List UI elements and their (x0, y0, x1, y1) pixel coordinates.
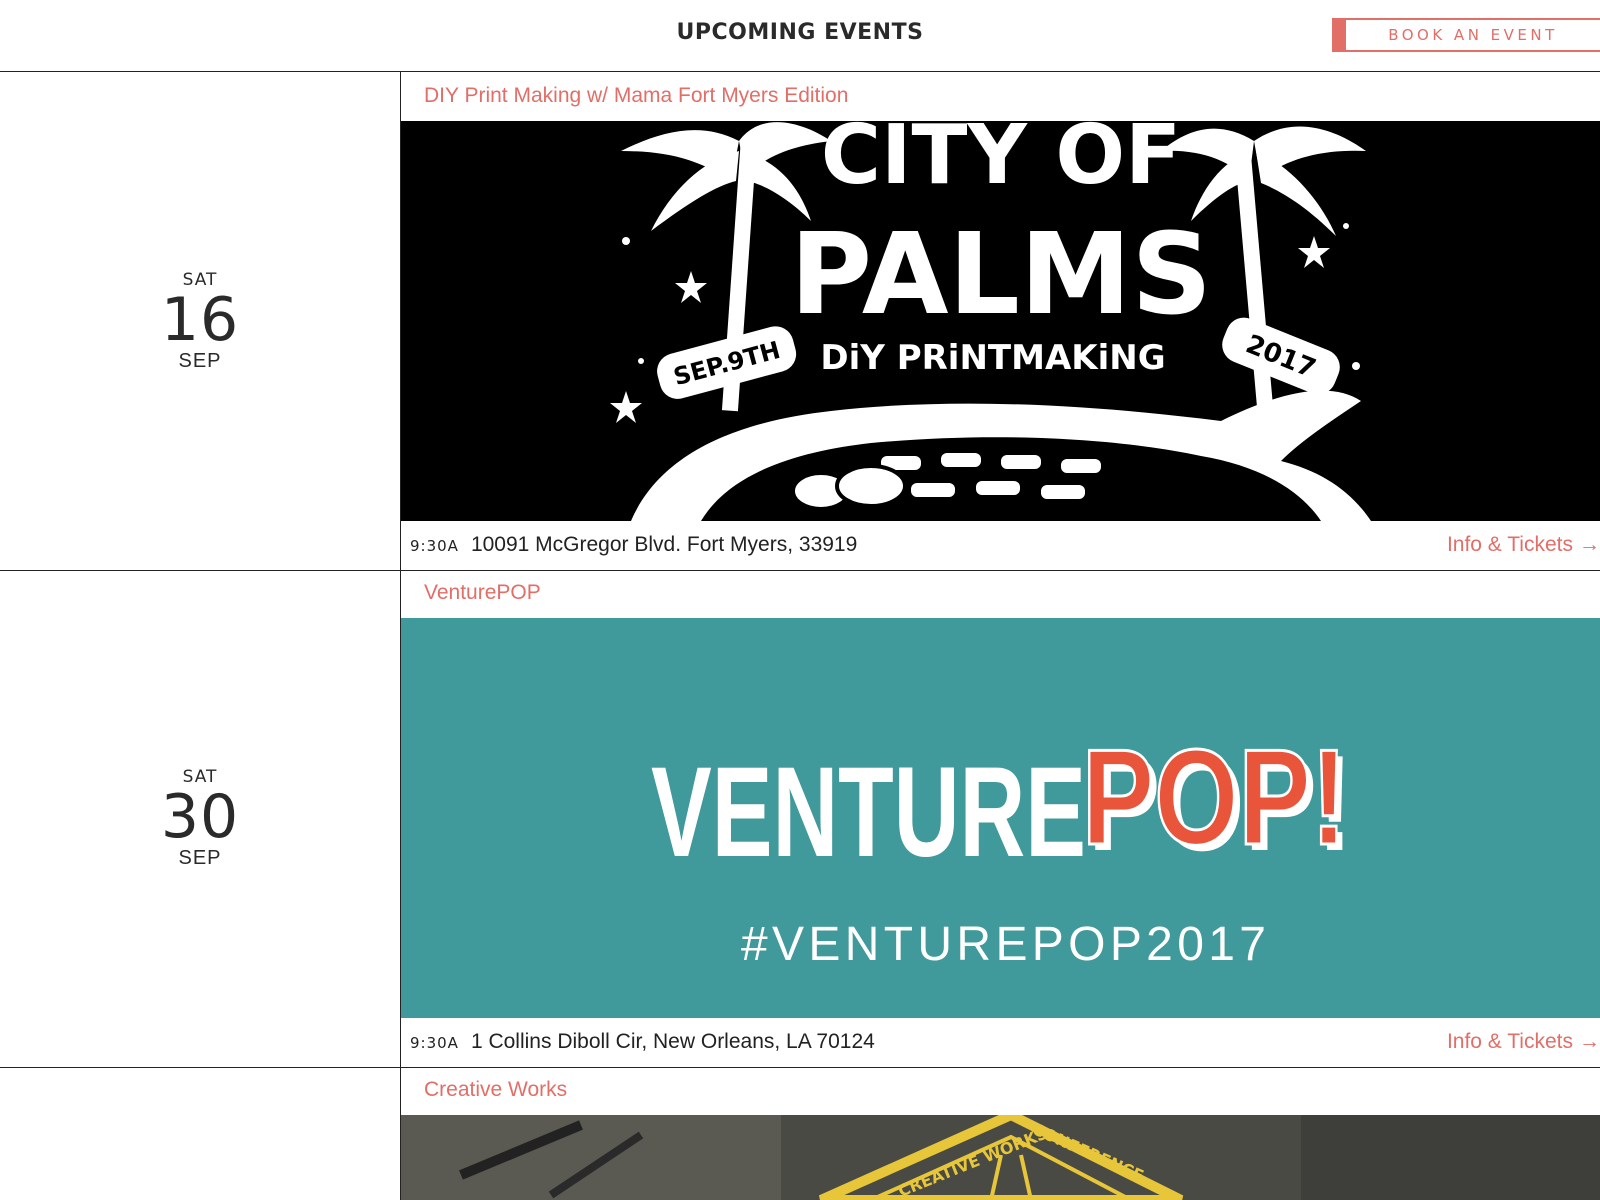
event-banner-image[interactable]: CREATIVE WORKS CONFERENCE (401, 1115, 1600, 1200)
event-month: SEP (178, 350, 222, 372)
right-arrow-icon: → (1579, 1030, 1600, 1053)
banner-line-2: PALMS (790, 210, 1212, 340)
info-tickets-label: Info & Tickets (1446, 1030, 1573, 1053)
event-title-link[interactable]: Creative Works (424, 1078, 567, 1102)
city-of-palms-artwork: CITY OF PALMS DiY PRiNTMAKiNG SEP.9TH 20… (401, 121, 1600, 521)
event-day: 16 (160, 285, 240, 355)
right-arrow-icon: → (1579, 533, 1600, 556)
book-an-event-button[interactable]: BOOK AN EVENT (1332, 18, 1600, 52)
event-time: 9:30A (410, 1034, 459, 1052)
banner-word-2: POP! (1082, 721, 1347, 873)
banner-line-3: DiY PRiNTMAKiNG (820, 338, 1165, 378)
banner-word-1: VENTURE (651, 741, 1086, 884)
info-tickets-link[interactable]: Info & Tickets → (1447, 1030, 1600, 1054)
event-month: SEP (178, 847, 222, 869)
info-tickets-label: Info & Tickets (1446, 533, 1573, 556)
event-day: 30 (160, 782, 240, 852)
event-title-link[interactable]: DIY Print Making w/ Mama Fort Myers Edit… (424, 84, 848, 108)
banner-hashtag: #VENTUREPOP2017 (741, 918, 1266, 971)
event-time: 9:30A (410, 537, 459, 555)
venturepop-artwork: VENTURE POP! POP! #VENTUREPOP2017 (401, 618, 1600, 1018)
event-meta: 9:30A 10091 McGregor Blvd. Fort Myers, 33… (410, 533, 1600, 557)
info-tickets-link[interactable]: Info & Tickets → (1447, 533, 1600, 557)
banner-line-1: CITY OF (821, 121, 1181, 203)
event-meta: 9:30A 1 Collins Diboll Cir, New Orleans, … (410, 1030, 1600, 1054)
event-banner-image[interactable]: VENTURE POP! POP! #VENTUREPOP2017 (401, 618, 1600, 1018)
page-header: UPCOMING EVENTS BOOK AN EVENT (0, 0, 1600, 72)
event-divider (0, 570, 1600, 571)
event-banner-image[interactable]: CITY OF PALMS DiY PRiNTMAKiNG SEP.9TH 20… (401, 121, 1600, 521)
event-date: SAT 30 SEP (0, 767, 400, 869)
event-address: 1 Collins Diboll Cir, New Orleans, LA 70… (470, 1030, 875, 1053)
event-address: 10091 McGregor Blvd. Fort Myers, 33919 (470, 533, 858, 556)
event-date: SAT 16 SEP (0, 270, 400, 372)
event-title-link[interactable]: VenturePOP (424, 581, 541, 605)
creative-works-artwork: CREATIVE WORKS CONFERENCE (401, 1115, 1600, 1200)
event-divider (0, 1067, 1600, 1068)
